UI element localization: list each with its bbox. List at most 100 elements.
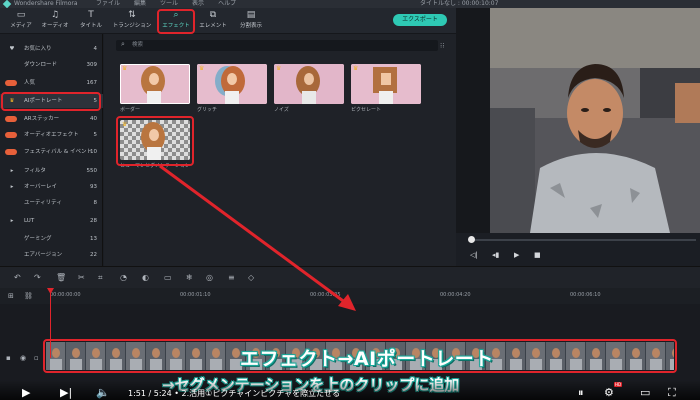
previous-frame-icon[interactable]: ◁| [470, 251, 478, 259]
tab-titles[interactable]: T タイトル [78, 10, 104, 32]
category-downloads[interactable]: ダウンロード 309 [0, 58, 103, 72]
stabilize-icon[interactable]: ◎ [206, 273, 213, 282]
category-popular[interactable]: 人気 167 [0, 76, 103, 90]
track-visibility-icon[interactable]: ◉ [20, 354, 26, 362]
tab-media[interactable]: ▭ メディア [8, 10, 34, 32]
delete-icon[interactable]: 🗑 [56, 273, 66, 282]
timecode: 00:00:00:00 [50, 292, 81, 298]
music-note-icon: ♫ [50, 10, 60, 20]
crop-icon[interactable]: ⌗ [98, 273, 103, 283]
category-air-version[interactable]: エアバージョン 22 [0, 248, 103, 262]
menu-edit[interactable]: 編集 [134, 0, 146, 8]
audio-mix-icon[interactable]: ≡ [228, 273, 235, 282]
segmentation-highlight-box [116, 116, 194, 166]
link-icon[interactable]: ⛓ [24, 292, 33, 300]
redo-icon[interactable]: ↷ [34, 273, 41, 282]
search-icon: ⌕ [121, 40, 125, 48]
filmora-window: Wondershare Filmora ファイル 編集 ツール 表示 ヘルプ タ… [0, 0, 700, 400]
video-preview[interactable] [490, 8, 700, 233]
settings-gear-icon[interactable]: ⚙ [604, 386, 614, 399]
player-time: 1:51 / 5:24 • 2.活用①ピクチャインピクチャを際立たせる [128, 388, 340, 399]
export-button[interactable]: エクスポート [393, 14, 447, 26]
tab-elements[interactable]: ⧉ エレメント [198, 10, 228, 32]
tag-icon [5, 149, 17, 155]
category-label: オーバーレイ [24, 184, 57, 190]
category-label: ゲーミング [24, 236, 52, 242]
category-count: 309 [86, 62, 98, 68]
track-mute-icon[interactable]: ▫ [34, 354, 39, 362]
keyframe-icon[interactable]: ◇ [248, 273, 254, 282]
category-ar-stickers[interactable]: ARステッカー 40 [0, 112, 103, 126]
play-button-icon[interactable]: ▶ [22, 386, 30, 399]
portrait-thumbnail-image [351, 64, 421, 104]
next-icon[interactable]: ▶| [60, 386, 72, 399]
category-gaming[interactable]: ゲーミング 13 [0, 232, 103, 246]
add-track-icon[interactable]: ⊞ [8, 292, 14, 300]
timeline-toolbar: ↶ ↷ 🗑 ✂ ⌗ ◔ ◐ ▭ ❄ ◎ ≡ ◇ [0, 266, 700, 288]
category-label: オーディオエフェクト [24, 132, 79, 138]
search-input[interactable]: 検索 [116, 40, 438, 51]
category-favorites[interactable]: ♥ お気に入り 4 [0, 42, 103, 56]
category-label: 人気 [24, 80, 36, 86]
effect-thumbnail-noise[interactable]: ♛ [274, 64, 344, 104]
green-screen-icon[interactable]: ▭ [164, 273, 172, 282]
color-icon[interactable]: ◐ [142, 273, 149, 282]
portrait-thumbnail-image [120, 64, 190, 104]
track-lock-icon[interactable]: ▪ [6, 354, 11, 362]
timecode: 00:00:04:20 [440, 292, 471, 298]
effect-thumbnail-border[interactable]: ♛ [120, 64, 190, 104]
tab-media-label: メディア [10, 23, 32, 29]
menu-view[interactable]: 表示 [192, 0, 204, 8]
scrubber-handle[interactable] [468, 236, 475, 243]
preview-scrubber[interactable] [470, 239, 696, 241]
category-filters[interactable]: ▸ フィルタ 550 [0, 164, 103, 178]
effects-library: 検索 ⌕ ⁝⁝ ♛ ♛ ♛ ♛ ボーダー グリッチ ノイズ ピクセレート ♛ ヒ… [104, 34, 456, 266]
stop-icon[interactable]: ■ [534, 251, 541, 259]
media-toolbar: ▭ メディア ♫ オーディオ T タイトル ⇅ トランジション ⌕ エフェクト … [0, 8, 490, 34]
menu-tools[interactable]: ツール [160, 0, 178, 8]
app-name: Wondershare Filmora [14, 0, 78, 7]
category-count: 5 [93, 132, 98, 138]
element-icon: ⧉ [209, 10, 217, 20]
tag-icon [5, 80, 17, 86]
filmora-logo-icon [2, 0, 12, 8]
volume-icon[interactable]: 🔈 [96, 386, 110, 399]
category-overlays[interactable]: ▸ オーバーレイ 93 [0, 180, 103, 194]
play-icon[interactable]: ▶ [514, 251, 519, 259]
heart-icon: ♥ [9, 46, 15, 52]
menu-help[interactable]: ヘルプ [218, 0, 236, 8]
cut-icon[interactable]: ✂ [78, 273, 85, 282]
crown-icon: ♛ [122, 65, 128, 72]
effect-thumbnail-pixelate[interactable]: ♛ [351, 64, 421, 104]
step-back-icon[interactable]: ◂▮ [492, 251, 499, 259]
autoplay-toggle-icon[interactable]: ⏸ [578, 386, 584, 400]
menu-bar: ファイル 編集 ツール 表示 ヘルプ [96, 0, 236, 8]
tab-audio[interactable]: ♫ オーディオ [40, 10, 70, 32]
category-utility[interactable]: ユーティリティ 8 [0, 196, 103, 210]
effect-thumbnail-glitch[interactable]: ♛ [197, 64, 267, 104]
timeline-ruler[interactable]: ⊞ ⛓ 00:00:00:00 00:00:01:10 00:00:03:05 … [0, 288, 700, 304]
title-bar: Wondershare Filmora ファイル 編集 ツール 表示 ヘルプ タ… [0, 0, 700, 8]
speed-icon[interactable]: ◔ [120, 273, 127, 282]
panel-divider [456, 8, 490, 266]
category-audio-effects[interactable]: オーディオエフェクト 5 [0, 128, 103, 142]
chapter-title[interactable]: • 2.活用①ピクチャインピクチャを際立たせる [174, 389, 340, 398]
category-count: 28 [90, 218, 97, 224]
tab-transitions[interactable]: ⇅ トランジション [112, 10, 152, 32]
freeze-icon[interactable]: ❄ [186, 273, 193, 282]
fullscreen-icon[interactable]: ⛶ [668, 386, 676, 400]
category-festival-events[interactable]: フェスティバル & イベント 10 [0, 145, 103, 159]
category-label: お気に入り [24, 46, 52, 52]
tab-split-screen[interactable]: ▤ 分割表示 [236, 10, 266, 32]
timecode: 00:00:01:10 [180, 292, 211, 298]
miniplayer-icon[interactable]: ▭ [640, 386, 650, 399]
timecode: 00:00:06:10 [570, 292, 601, 298]
undo-icon[interactable]: ↶ [14, 273, 21, 282]
category-lut[interactable]: ▸ LUT 28 [0, 214, 103, 228]
menu-file[interactable]: ファイル [96, 0, 120, 8]
effect-label: ボーダー [120, 107, 141, 113]
tab-transitions-label: トランジション [112, 23, 152, 29]
playhead[interactable] [50, 288, 51, 358]
grid-view-icon[interactable]: ⁝⁝ [440, 42, 444, 50]
category-label: フィルタ [24, 168, 46, 174]
